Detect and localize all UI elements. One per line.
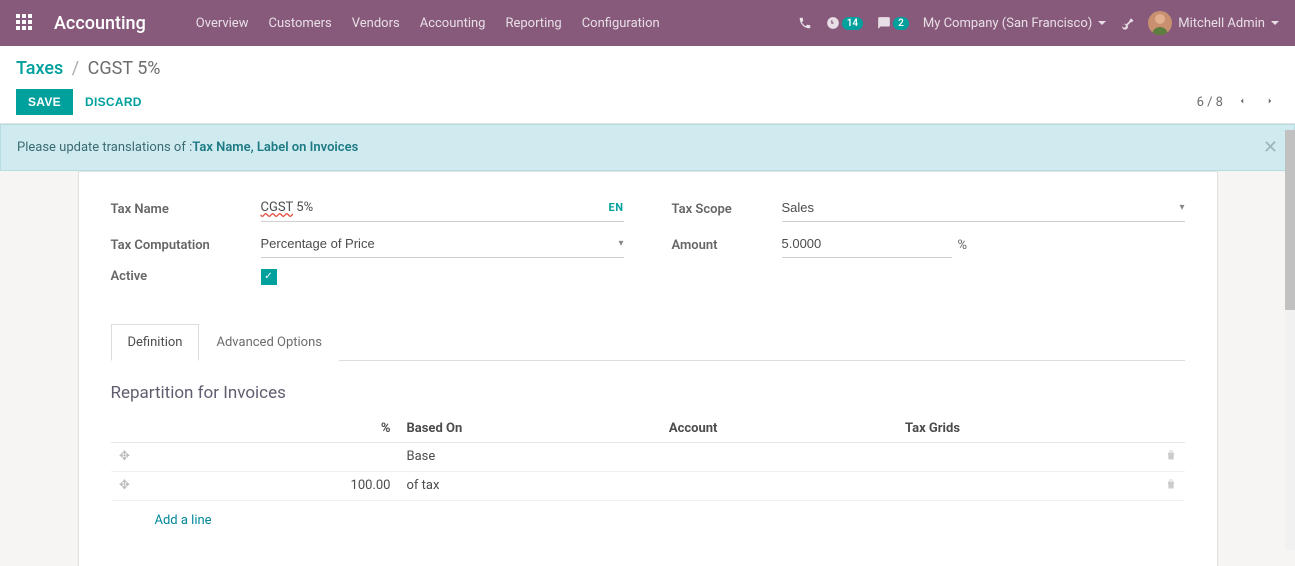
alert-close-icon[interactable]: ✕ xyxy=(1263,137,1278,158)
nav-item-vendors[interactable]: Vendors xyxy=(342,16,410,31)
drag-handle-icon[interactable]: ✥ xyxy=(111,471,139,500)
debug-icon[interactable] xyxy=(1120,16,1134,30)
discard-button[interactable]: DISCARD xyxy=(73,89,154,115)
caret-down-icon xyxy=(1098,21,1106,25)
pager-prev-icon[interactable] xyxy=(1233,93,1251,112)
table-row[interactable]: ✥ 100.00 of tax xyxy=(111,471,1185,500)
nav-item-accounting[interactable]: Accounting xyxy=(410,16,496,31)
label-tax-computation: Tax Computation xyxy=(111,238,261,253)
section-title-repartition: Repartition for Invoices xyxy=(111,383,1185,403)
apps-icon[interactable] xyxy=(16,14,34,32)
cell-account[interactable] xyxy=(661,442,897,471)
control-bar: Taxes / CGST 5% SAVE DISCARD 6 / 8 xyxy=(0,46,1295,124)
activity-badge: 14 xyxy=(842,17,863,30)
avatar xyxy=(1148,11,1172,35)
company-name: My Company (San Francisco) xyxy=(923,16,1092,31)
pager-text[interactable]: 6 / 8 xyxy=(1197,95,1223,110)
trash-icon[interactable] xyxy=(1157,442,1185,471)
vertical-scrollbar[interactable] xyxy=(1285,130,1295,550)
app-brand[interactable]: Accounting xyxy=(54,13,146,34)
label-tax-name: Tax Name xyxy=(111,202,261,217)
caret-down-icon xyxy=(1271,21,1279,25)
cell-tax-grids[interactable] xyxy=(897,471,1156,500)
drag-handle-icon[interactable]: ✥ xyxy=(111,442,139,471)
nav-item-reporting[interactable]: Reporting xyxy=(495,16,571,31)
alert-link[interactable]: Tax Name, Label on Invoices xyxy=(192,140,358,155)
alert-prefix: Please update translations of : xyxy=(17,140,192,155)
pager: 6 / 8 xyxy=(1197,93,1279,112)
nav-item-overview[interactable]: Overview xyxy=(186,16,259,31)
messages-icon[interactable]: 2 xyxy=(877,16,909,30)
top-navbar: Accounting Overview Customers Vendors Ac… xyxy=(0,0,1295,46)
cell-based-on[interactable]: of tax xyxy=(399,471,661,500)
label-amount: Amount xyxy=(672,238,782,253)
cell-tax-grids[interactable] xyxy=(897,442,1156,471)
phone-icon[interactable] xyxy=(798,16,812,30)
col-tax-grids: Tax Grids xyxy=(897,415,1156,443)
col-percent: % xyxy=(139,415,399,443)
form-sheet: Tax Name EN CGST 5% Tax Computation ▾ Ac… xyxy=(78,171,1218,566)
nav-item-configuration[interactable]: Configuration xyxy=(572,16,670,31)
user-menu[interactable]: Mitchell Admin xyxy=(1148,11,1279,35)
breadcrumb: Taxes / CGST 5% xyxy=(16,58,1279,79)
activity-icon[interactable]: 14 xyxy=(826,16,863,30)
tabs: Definition Advanced Options xyxy=(111,323,1185,361)
repartition-table: % Based On Account Tax Grids ✥ Base xyxy=(111,415,1185,540)
scrollbar-thumb[interactable] xyxy=(1285,130,1295,310)
nav-right: 14 2 My Company (San Francisco) Mitchell… xyxy=(798,11,1279,35)
save-button[interactable]: SAVE xyxy=(16,89,73,115)
pager-next-icon[interactable] xyxy=(1261,93,1279,112)
active-checkbox[interactable]: ✓ xyxy=(261,269,277,285)
cell-percent[interactable] xyxy=(139,442,399,471)
translation-alert: Please update translations of : Tax Name… xyxy=(0,124,1295,171)
label-tax-scope: Tax Scope xyxy=(672,202,782,217)
table-row[interactable]: ✥ Base xyxy=(111,442,1185,471)
amount-input[interactable] xyxy=(782,232,958,255)
label-active: Active xyxy=(111,269,261,284)
tax-name-input[interactable] xyxy=(261,196,609,219)
lang-tag[interactable]: EN xyxy=(609,201,624,214)
trash-icon[interactable] xyxy=(1157,471,1185,500)
add-line-link[interactable]: Add a line xyxy=(119,507,1177,534)
tab-definition[interactable]: Definition xyxy=(111,324,200,361)
breadcrumb-sep: / xyxy=(68,58,83,79)
tax-scope-select[interactable] xyxy=(782,196,1180,219)
nav-item-customers[interactable]: Customers xyxy=(258,16,341,31)
cell-account[interactable] xyxy=(661,471,897,500)
breadcrumb-current: CGST 5% xyxy=(88,58,161,79)
col-account: Account xyxy=(661,415,897,443)
tax-computation-select[interactable] xyxy=(261,232,619,255)
caret-down-icon[interactable]: ▾ xyxy=(618,238,623,249)
nav-menu: Overview Customers Vendors Accounting Re… xyxy=(186,16,670,31)
caret-down-icon[interactable]: ▾ xyxy=(1179,202,1184,213)
company-switcher[interactable]: My Company (San Francisco) xyxy=(923,16,1106,31)
tab-advanced-options[interactable]: Advanced Options xyxy=(199,324,338,361)
col-based-on: Based On xyxy=(399,415,661,443)
messages-badge: 2 xyxy=(893,17,909,30)
cell-based-on[interactable]: Base xyxy=(399,442,661,471)
cell-percent[interactable]: 100.00 xyxy=(139,471,399,500)
user-name: Mitchell Admin xyxy=(1178,16,1265,31)
breadcrumb-root[interactable]: Taxes xyxy=(16,58,63,79)
